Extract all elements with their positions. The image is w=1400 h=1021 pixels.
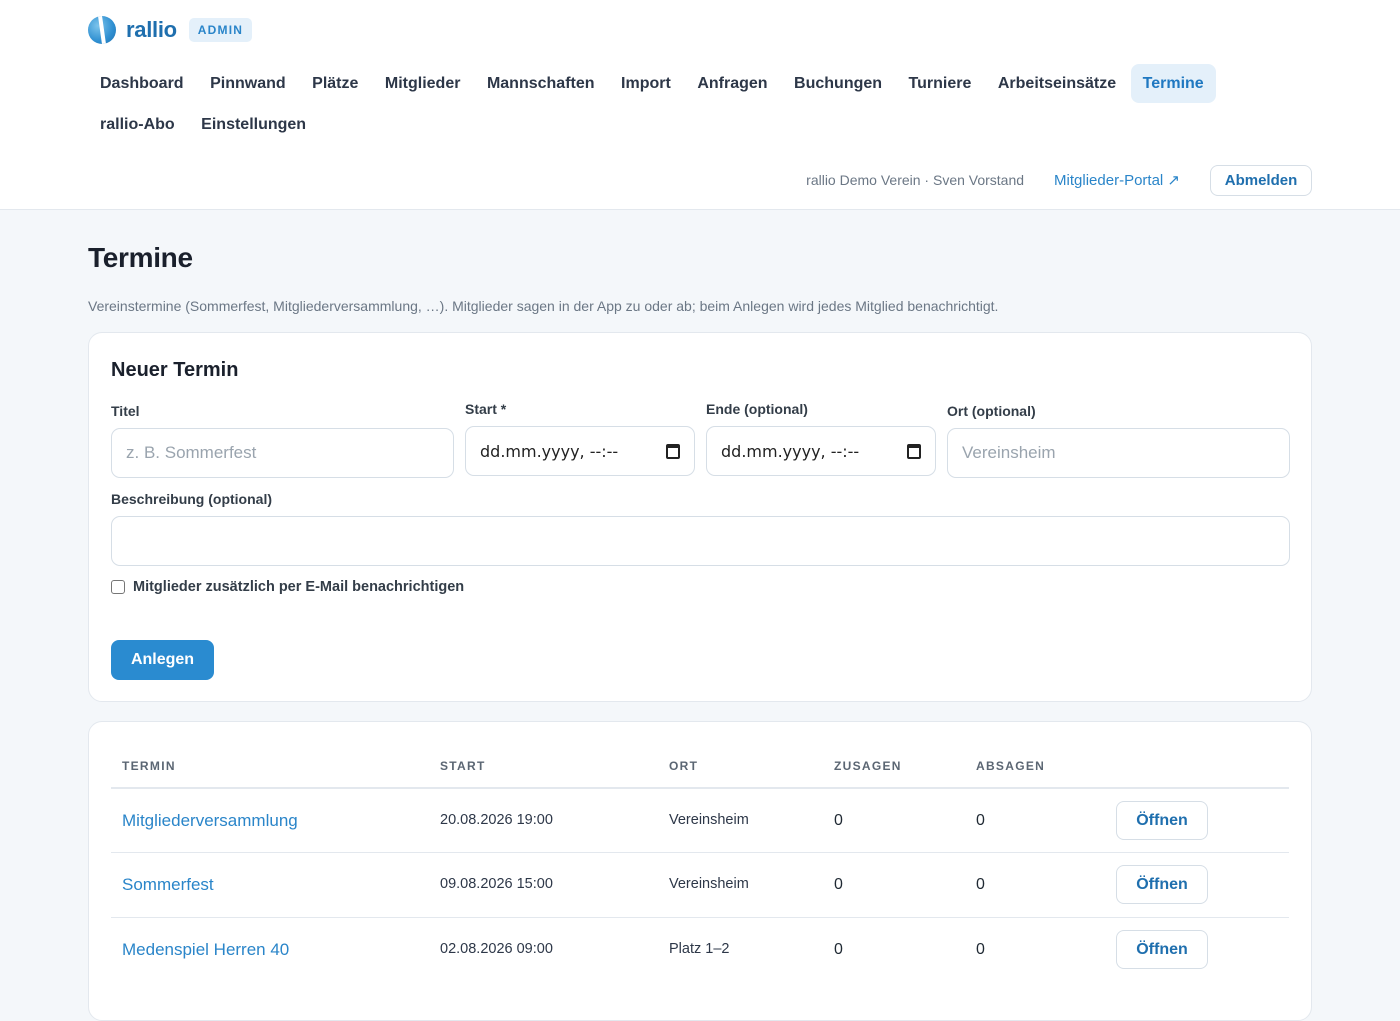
table-row: Mitgliederversammlung 20.08.2026 19:00 V… — [111, 787, 1289, 852]
form-title: Neuer Termin — [111, 359, 239, 381]
member-portal-link[interactable]: Mitglieder-Portal ↗ — [1054, 171, 1180, 189]
nav-item-mannschaften[interactable]: Mannschaften — [475, 64, 607, 103]
email-notify-label[interactable]: Mitglieder zusätzlich per E-Mail benachr… — [133, 579, 464, 595]
event-accepts: 0 — [834, 812, 843, 829]
event-accepts: 0 — [834, 876, 843, 893]
event-title-link[interactable]: Medenspiel Herren 40 — [122, 918, 289, 981]
open-event-button[interactable]: Öffnen — [1116, 930, 1208, 969]
nav-item-rallio-abo[interactable]: rallio-Abo — [88, 105, 187, 144]
column-header-absagen: ABSAGEN — [976, 759, 1046, 773]
email-notify-option[interactable]: Mitglieder zusätzlich per E-Mail benachr… — [111, 579, 464, 595]
end-label: Ende (optional) — [706, 401, 808, 417]
nav-item-arbeitseinsaetze[interactable]: Arbeitseinsätze — [986, 64, 1128, 103]
events-table: TERMIN START ORT ZUSAGEN ABSAGEN Mitglie… — [88, 721, 1312, 1021]
logout-button[interactable]: Abmelden — [1210, 164, 1312, 196]
new-event-form: Neuer Termin Titel Start * dd.mm.yyyy, -… — [88, 332, 1312, 702]
calendar-icon[interactable] — [907, 443, 921, 459]
user-bar: rallio Demo Verein · Sven Vorstand Mitgl… — [806, 164, 1312, 196]
column-header-termin: TERMIN — [122, 759, 176, 773]
event-start: 20.08.2026 19:00 — [440, 812, 553, 828]
end-datetime-value: dd.mm.yyyy, --:-- — [721, 441, 860, 461]
event-declines: 0 — [976, 876, 985, 893]
calendar-icon[interactable] — [666, 443, 680, 459]
nav-item-pinnwand[interactable]: Pinnwand — [198, 64, 298, 103]
event-start: 02.08.2026 09:00 — [440, 941, 553, 957]
location-input[interactable] — [947, 428, 1290, 478]
user-info: rallio Demo Verein · Sven Vorstand — [806, 172, 1025, 188]
nav-item-import[interactable]: Import — [609, 64, 683, 103]
event-location: Vereinsheim — [669, 876, 749, 892]
event-location: Platz 1–2 — [669, 941, 730, 957]
nav-item-mitglieder[interactable]: Mitglieder — [373, 64, 473, 103]
column-header-ort: ORT — [669, 759, 699, 773]
nav-item-einstellungen[interactable]: Einstellungen — [189, 105, 318, 144]
top-header: rallio ADMIN Dashboard Pinnwand Plätze M… — [0, 0, 1400, 210]
event-accepts: 0 — [834, 941, 843, 958]
description-input[interactable] — [111, 516, 1290, 566]
page-description: Vereinstermine (Sommerfest, Mitgliederve… — [88, 298, 999, 314]
nav-item-buchungen[interactable]: Buchungen — [782, 64, 894, 103]
start-label: Start * — [465, 401, 507, 417]
nav-item-termine[interactable]: Termine — [1130, 64, 1216, 103]
tennis-ball-logo-icon — [88, 16, 116, 44]
email-notify-checkbox[interactable] — [111, 580, 125, 594]
start-datetime-input[interactable]: dd.mm.yyyy, --:-- — [465, 426, 695, 476]
page-title: Termine — [88, 242, 193, 273]
nav-item-plaetze[interactable]: Plätze — [300, 64, 370, 103]
nav-item-anfragen[interactable]: Anfragen — [685, 64, 779, 103]
event-declines: 0 — [976, 941, 985, 958]
event-location: Vereinsheim — [669, 812, 749, 828]
end-datetime-input[interactable]: dd.mm.yyyy, --:-- — [706, 426, 936, 476]
event-start: 09.08.2026 15:00 — [440, 876, 553, 892]
title-input[interactable] — [111, 428, 454, 478]
brand-name: rallio — [126, 17, 177, 42]
column-header-start: START — [440, 759, 486, 773]
start-datetime-value: dd.mm.yyyy, --:-- — [480, 441, 619, 461]
nav-item-turniere[interactable]: Turniere — [897, 64, 984, 103]
admin-badge: ADMIN — [188, 18, 253, 42]
event-title-link[interactable]: Mitgliederversammlung — [122, 789, 298, 852]
nav-item-dashboard[interactable]: Dashboard — [88, 64, 196, 103]
description-label: Beschreibung (optional) — [111, 491, 272, 507]
title-label: Titel — [111, 403, 140, 419]
table-row: Medenspiel Herren 40 02.08.2026 09:00 Pl… — [111, 917, 1289, 982]
open-event-button[interactable]: Öffnen — [1116, 865, 1208, 904]
location-label: Ort (optional) — [947, 403, 1036, 419]
open-event-button[interactable]: Öffnen — [1116, 801, 1208, 840]
column-header-zusagen: ZUSAGEN — [834, 759, 902, 773]
main-nav: Dashboard Pinnwand Plätze Mitglieder Man… — [88, 64, 1318, 144]
brand[interactable]: rallio ADMIN — [88, 14, 253, 46]
create-button[interactable]: Anlegen — [111, 640, 214, 680]
table-row: Sommerfest 09.08.2026 15:00 Vereinsheim … — [111, 852, 1289, 917]
event-title-link[interactable]: Sommerfest — [122, 853, 214, 916]
event-declines: 0 — [976, 812, 985, 829]
